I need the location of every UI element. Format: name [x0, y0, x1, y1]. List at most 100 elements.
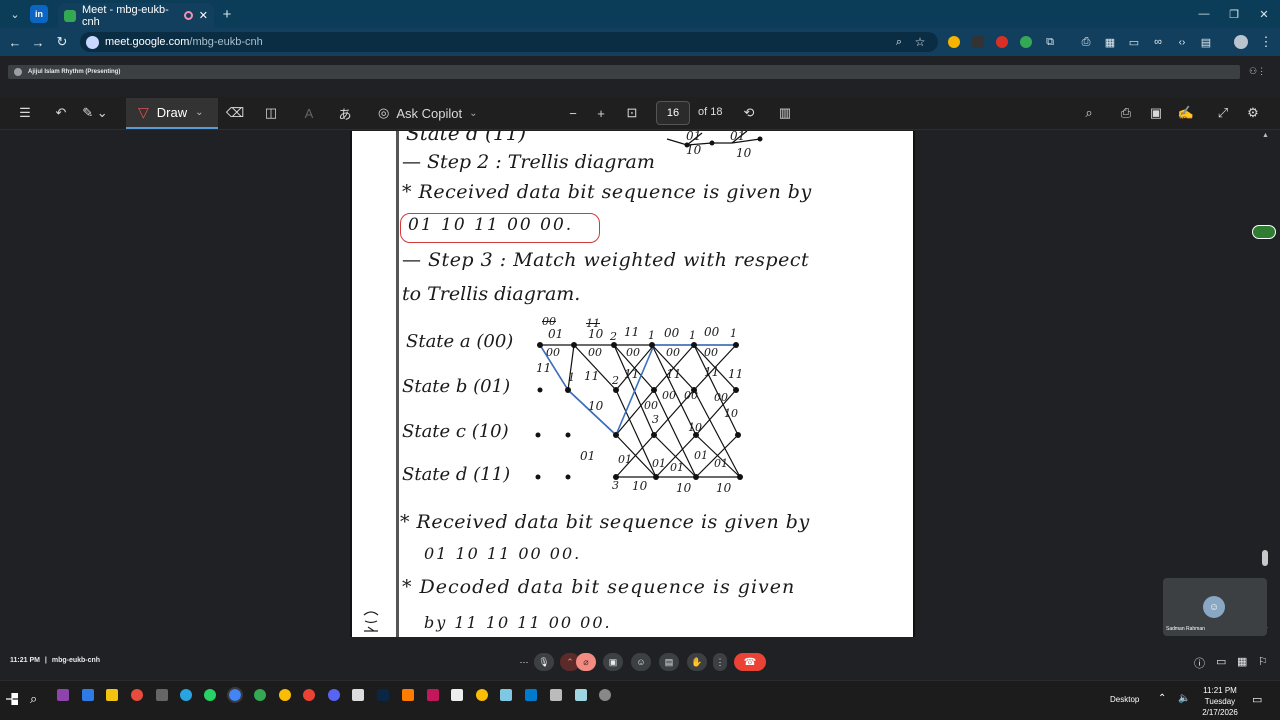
illustrator-icon[interactable] [402, 689, 414, 701]
bookmark-star-icon[interactable]: ☆ [912, 34, 928, 50]
taskbar-app-icon[interactable] [352, 689, 364, 701]
participants-icon[interactable]: ⚇⋮ [1249, 66, 1266, 77]
eraser-icon[interactable]: ⌫ [226, 105, 244, 121]
vscode-icon[interactable] [525, 689, 537, 701]
zoom-in-icon[interactable]: + [592, 105, 610, 121]
extension-icon[interactable] [996, 36, 1008, 48]
settings-gear-icon[interactable]: ⚙ [1244, 105, 1262, 121]
chat-icon[interactable]: ▭ [1216, 655, 1226, 668]
chevron-down-icon[interactable]: ⌄ [195, 107, 203, 118]
side-panel-badge-icon[interactable] [1252, 225, 1276, 239]
site-info-icon[interactable] [86, 35, 99, 49]
restore-icon[interactable]: ❐ [1224, 4, 1244, 24]
close-tab-icon[interactable]: ✕ [199, 9, 208, 22]
reload-icon[interactable]: ↻ [54, 34, 70, 50]
linkedin-tab-icon[interactable]: in [30, 5, 48, 23]
ask-copilot-button[interactable]: ◎ Ask Copilot ⌄ [378, 105, 490, 121]
chrome-icon[interactable] [227, 687, 243, 703]
fit-width-icon[interactable]: ⊡ [622, 105, 642, 121]
volume-icon[interactable]: 🔈 [1178, 693, 1190, 704]
forward-icon[interactable]: → [30, 34, 46, 50]
link-icon[interactable]: ∞ [1150, 34, 1166, 50]
extension-icon[interactable] [972, 36, 984, 48]
meeting-info-icon[interactable]: ⓘ [1194, 655, 1205, 671]
minimize-icon[interactable]: — [1194, 4, 1214, 24]
search-icon[interactable]: ⌕ [30, 691, 37, 707]
chrome-icon[interactable] [254, 689, 266, 701]
scroll-up-icon[interactable]: ▲ [1262, 132, 1269, 139]
split-view-icon[interactable]: ◫ [262, 105, 280, 121]
print-icon[interactable]: ⎙ [1117, 105, 1135, 121]
taskbar-app-icon[interactable] [156, 689, 168, 701]
raise-hand-icon[interactable]: ✋ [687, 653, 707, 671]
taskbar-app-icon[interactable] [57, 689, 69, 701]
more-options-icon[interactable]: ⋮ [713, 653, 727, 671]
page-number-input[interactable]: 16 [656, 101, 690, 125]
sidepanel-icon[interactable]: ▭ [1126, 34, 1142, 50]
host-controls-icon[interactable]: ⚐ [1258, 655, 1268, 668]
search-icon[interactable]: ⌕ [1080, 105, 1098, 121]
rotate-icon[interactable]: ⟲ [740, 105, 758, 121]
save-as-icon[interactable]: ✍ [1177, 105, 1195, 121]
grid-icon[interactable]: ▦ [1102, 34, 1118, 50]
chrome-icon[interactable] [476, 689, 488, 701]
profile-avatar[interactable] [1234, 35, 1248, 49]
translate-icon[interactable]: あ [336, 105, 354, 122]
extension-icon[interactable] [948, 36, 960, 48]
self-video-tile[interactable]: ☺ Sadman Rahman [1163, 578, 1267, 636]
new-tab-button[interactable]: + [218, 5, 236, 23]
discord-icon[interactable] [328, 689, 340, 701]
more-audio-options-icon[interactable]: ⋯ [514, 653, 534, 671]
address-bar[interactable]: meet.google.com/mbg-eukb-cnh [80, 32, 938, 52]
fullscreen-icon[interactable]: ⤢ [1214, 105, 1232, 121]
zoom-out-icon[interactable]: − [564, 105, 582, 121]
system-clock[interactable]: 11:21 PM Tuesday 2/17/2026 [1195, 685, 1245, 718]
print-icon[interactable]: ⎙ [1078, 34, 1094, 50]
menu-kebab-icon[interactable]: ⋮ [1258, 34, 1274, 50]
extension-icon[interactable] [1020, 36, 1032, 48]
zoom-icon[interactable]: ⌕ [891, 34, 907, 50]
notifications-icon[interactable]: ▭ [1252, 693, 1262, 706]
windows-start-icon[interactable] [6, 693, 18, 705]
extensions-puzzle-icon[interactable]: ⧉ [1042, 34, 1058, 50]
tab-meet[interactable]: Meet - mbg-eukb-cnh ✕ [58, 3, 214, 28]
taskbar-app-icon[interactable] [131, 689, 143, 701]
contents-list-icon[interactable]: ☰ [16, 105, 34, 121]
taskbar-app-icon[interactable] [427, 689, 439, 701]
chrome-icon[interactable] [303, 689, 315, 701]
notion-icon[interactable] [451, 689, 463, 701]
highlight-icon[interactable]: ✎ ⌄ [80, 105, 110, 121]
tab-search-icon[interactable]: ⌄ [6, 5, 24, 23]
emoji-reaction-icon[interactable]: ☺ [631, 653, 651, 671]
taskbar-app-icon[interactable] [82, 689, 94, 701]
back-icon[interactable]: ← [7, 34, 23, 50]
present-screen-icon[interactable]: ▣ [603, 653, 623, 671]
chrome-icon[interactable] [279, 689, 291, 701]
devtools-icon[interactable]: ‹› [1174, 34, 1190, 50]
reading-list-icon[interactable]: ▤ [1198, 34, 1214, 50]
settings-gear-icon[interactable] [599, 689, 611, 701]
scroll-thumb[interactable] [1262, 550, 1268, 566]
state-b-label: State b (01) [402, 376, 511, 397]
page-view-icon[interactable]: ▥ [776, 105, 794, 121]
pdf-scrollbar[interactable]: ▲ ▼ [1259, 132, 1271, 636]
file-explorer-icon[interactable] [106, 689, 118, 701]
end-call-button[interactable]: ☎ [734, 653, 766, 671]
chevron-up-icon[interactable]: ⌃ [1158, 693, 1166, 704]
microphone-icon[interactable]: 🎙 [534, 653, 554, 671]
draw-button[interactable]: ▽ Draw ⌄ [126, 98, 218, 129]
undo-icon[interactable]: ↶ [52, 105, 70, 121]
trellis-label: 10 [588, 327, 604, 341]
captions-icon[interactable]: ▤ [659, 653, 679, 671]
photoshop-icon[interactable] [377, 689, 389, 701]
taskbar-app-icon[interactable] [500, 689, 512, 701]
desktop-label[interactable]: Desktop [1110, 695, 1139, 704]
close-window-icon[interactable]: ✕ [1254, 4, 1274, 24]
telegram-icon[interactable] [180, 689, 192, 701]
whatsapp-icon[interactable] [204, 689, 216, 701]
taskbar-app-icon[interactable] [550, 689, 562, 701]
notepad-icon[interactable] [575, 689, 587, 701]
activities-icon[interactable]: ▦ [1237, 655, 1247, 668]
camera-off-icon[interactable]: ⌀ [576, 653, 596, 671]
save-icon[interactable]: ▣ [1147, 105, 1165, 121]
